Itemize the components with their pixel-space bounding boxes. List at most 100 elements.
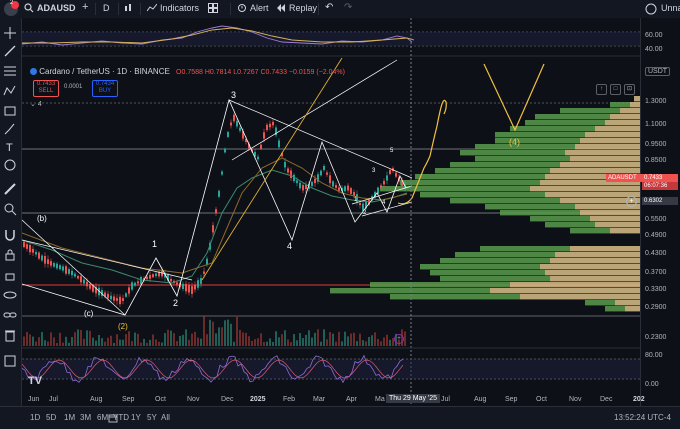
maximize-pane-icon[interactable]: □ (610, 84, 621, 95)
timeframe-6m[interactable]: 6M (97, 413, 108, 422)
candle-body (212, 225, 214, 233)
timeframe-5d[interactable]: 5D (46, 413, 56, 422)
pattern-icon[interactable] (3, 84, 17, 98)
volume-bar (257, 338, 259, 346)
chart-type-icon[interactable] (124, 3, 134, 15)
scroll-up-icon[interactable]: ↑ (596, 84, 607, 95)
interval-button[interactable]: D (103, 3, 110, 13)
volume-bar (278, 337, 280, 346)
lock-drawing-icon[interactable] (3, 248, 17, 262)
replay-button[interactable]: Replay (289, 3, 317, 13)
date-range-icon[interactable] (108, 413, 118, 425)
volume-profile-bar-down (550, 168, 640, 174)
chart-area[interactable]: (b) 1 2 (c) (2) 3 4 5 3 1 2 4 (4) + TV ↑… (22, 18, 640, 406)
volume-bar (47, 341, 49, 346)
volume-profile-bar-down (555, 252, 640, 258)
trash-icon[interactable] (3, 328, 17, 342)
indicator-count: 4 (37, 101, 42, 108)
trendline-icon[interactable] (3, 44, 17, 58)
projection-line-1 (201, 57, 343, 281)
timeframe-3m[interactable]: 3M (80, 413, 91, 422)
candle-body (188, 285, 190, 293)
volume-bar (215, 333, 217, 346)
user-menu-icon[interactable] (645, 3, 657, 17)
volume-profile-bar-down (545, 192, 640, 198)
volume-bar (329, 331, 331, 346)
clock[interactable]: 13:52:24 UTC-4 (614, 413, 671, 422)
volume-bar (374, 332, 376, 346)
candle-body (107, 293, 109, 299)
replay-icon[interactable] (276, 3, 286, 15)
time-label: Dec (600, 396, 613, 403)
symbol-search[interactable]: ADAUSD (37, 3, 76, 13)
emoji-icon[interactable] (3, 158, 17, 172)
crosshair-icon[interactable] (3, 26, 17, 40)
volume-bar (368, 336, 370, 346)
volume-profile-bar-down (580, 210, 640, 216)
volume-bar (263, 342, 265, 346)
restore-pane-icon[interactable]: ⊡ (624, 84, 635, 95)
prediction-icon[interactable] (3, 104, 17, 118)
alert-icon[interactable] (237, 3, 247, 15)
volume-profile-bar-up (475, 144, 575, 150)
top-osc-label-60: 60.00 (645, 32, 663, 39)
link-icon[interactable] (3, 308, 17, 322)
lock-icon[interactable] (3, 268, 17, 282)
brush-icon[interactable] (3, 122, 17, 136)
ruler-icon[interactable] (3, 182, 17, 196)
hide-icon[interactable] (3, 288, 17, 302)
candle-body (86, 281, 88, 287)
alert-button[interactable]: Alert (250, 3, 269, 13)
wave-label-3: 3 (231, 90, 237, 100)
candle-body (266, 124, 268, 130)
volume-bar (290, 342, 292, 346)
candle-body (314, 178, 316, 184)
volume-bar (92, 337, 94, 346)
indicators-button[interactable]: Indicators (160, 3, 199, 13)
add-plus-icon[interactable]: + (626, 196, 637, 207)
volume-bar (86, 330, 88, 346)
volume-bar (176, 341, 178, 346)
sell-button[interactable]: 0.7433 SELL (33, 80, 59, 97)
add-symbol-icon[interactable]: + (82, 1, 88, 13)
magnet-icon[interactable] (3, 228, 17, 242)
candle-body (53, 262, 55, 267)
legend-title[interactable]: Cardano / TetherUS · 1D · BINANCE (39, 67, 170, 76)
redo-icon[interactable]: ↷ (344, 2, 352, 13)
currency-select[interactable]: USDT (645, 67, 671, 76)
price-scale[interactable] (640, 18, 680, 406)
candle-body (263, 132, 265, 139)
candle-body (191, 286, 193, 294)
volume-profile-bar-down (570, 246, 640, 252)
timeframe-all[interactable]: All (161, 413, 170, 422)
candle-body (80, 276, 82, 283)
templates-icon[interactable] (208, 3, 218, 15)
volume-bar (353, 332, 355, 346)
fib-icon[interactable] (3, 64, 17, 78)
indicator-toggle[interactable]: ⌄ 4 (30, 100, 42, 108)
search-icon[interactable] (24, 3, 34, 15)
undo-icon[interactable]: ↶ (325, 2, 333, 13)
time-label: Dec (221, 396, 234, 403)
sell-label: SELL (38, 88, 54, 94)
event-marker-icon[interactable]: + (394, 334, 404, 344)
timeframe-1y[interactable]: 1Y (131, 413, 141, 422)
volume-bar (68, 342, 70, 346)
indicators-icon[interactable] (146, 3, 158, 15)
candle-body (305, 184, 307, 190)
object-tree-icon[interactable] (3, 354, 17, 368)
timeframe-5y[interactable]: 5Y (147, 413, 157, 422)
buy-button[interactable]: 0.7434 BUY (92, 80, 118, 97)
volume-bar (320, 341, 322, 346)
candle-body (77, 275, 79, 279)
user-label[interactable]: Unna (661, 3, 680, 13)
zoom-icon[interactable] (3, 202, 17, 216)
volume-bar (275, 331, 277, 346)
timeframe-1m[interactable]: 1M (64, 413, 75, 422)
candle-body (44, 255, 46, 264)
text-icon[interactable]: T (3, 140, 17, 154)
volume-bar (50, 332, 52, 346)
timeframe-1d[interactable]: 1D (30, 413, 40, 422)
wave-label-4-small: 4 (382, 200, 386, 206)
volume-bar (170, 330, 172, 346)
